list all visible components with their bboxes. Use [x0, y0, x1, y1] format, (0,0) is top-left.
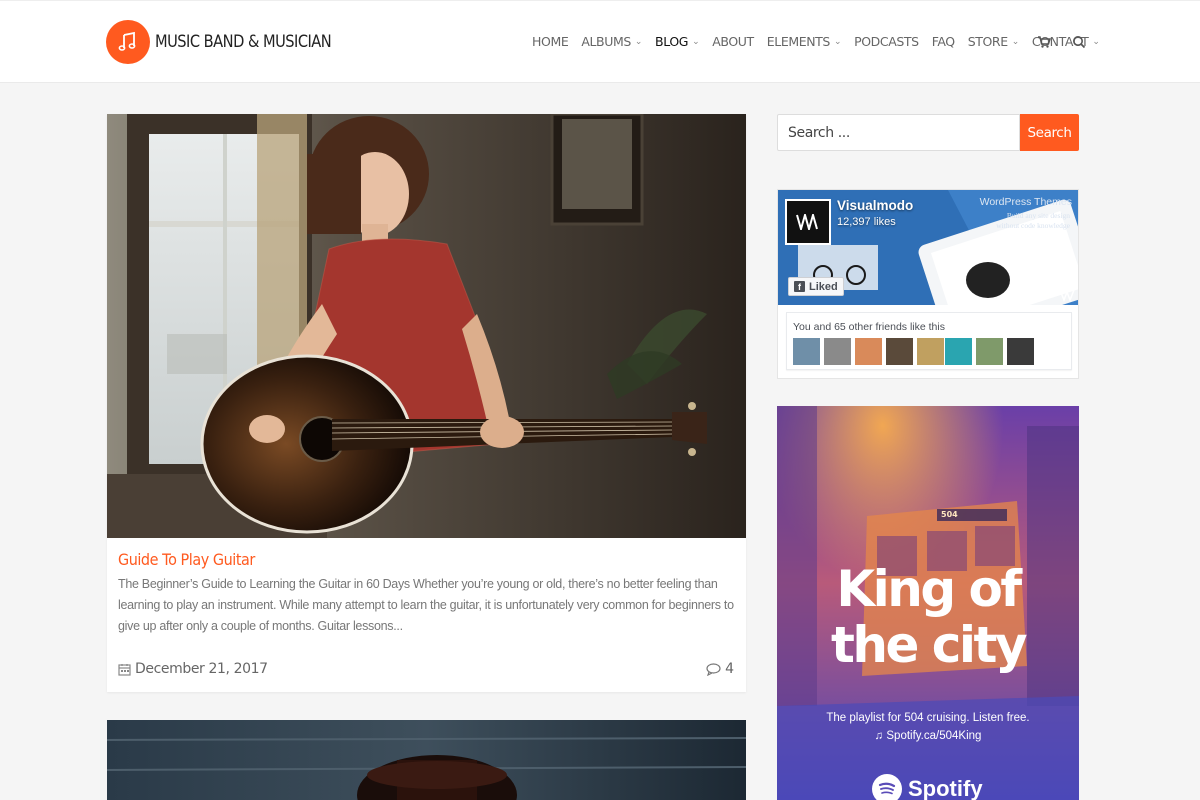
post-date-text: December 21, 2017 [135, 661, 268, 677]
nav-albums-label: ALBUMS [581, 34, 631, 49]
facebook-page-name[interactable]: Visualmodo [837, 198, 913, 213]
spotify-logo: Spotify [872, 774, 983, 800]
spotify-ad-banner[interactable]: 504 King of the city The playlist for 50… [777, 406, 1079, 800]
cart-icon[interactable] [1037, 35, 1053, 51]
ad-headline-line-1: King of [836, 560, 1022, 618]
site-logo[interactable]: MUSIC BAND & MUSICIAN [106, 20, 360, 64]
calendar-icon [118, 663, 131, 676]
nav-podcasts[interactable]: PODCASTS [854, 34, 919, 49]
friend-avatar[interactable] [793, 338, 820, 365]
post-featured-image[interactable] [107, 114, 746, 538]
facebook-cover-subtext-1: Build any site design [1006, 211, 1070, 220]
nav-about-label: ABOUT [712, 34, 754, 49]
post-date: December 21, 2017 [118, 661, 268, 677]
ad-subtitle: The playlist for 504 cruising. Listen fr… [826, 712, 1030, 724]
ad-link[interactable]: ♫ Spotify.ca/504King [777, 730, 1079, 742]
spotify-icon [872, 774, 902, 800]
ad-headline-line-2: the city [830, 616, 1028, 674]
nav-elements[interactable]: ELEMENTS ⌄ [766, 34, 842, 49]
search-input[interactable] [777, 114, 1020, 151]
nav-podcasts-label: PODCASTS [854, 34, 919, 49]
chevron-down-icon: ⌄ [1011, 36, 1020, 47]
search-icon[interactable] [1072, 35, 1088, 51]
friend-avatar[interactable] [855, 338, 882, 365]
chevron-down-icon: ⌄ [692, 36, 700, 47]
music-note-icon [106, 20, 150, 64]
chevron-down-icon: ⌄ [634, 36, 643, 47]
nav-home-label: HOME [532, 34, 569, 49]
comment-icon [706, 662, 721, 676]
nav-home[interactable]: HOME [532, 34, 569, 49]
facebook-cover-image[interactable]: Visualmodo 12,397 likes WordPress Themes… [778, 190, 1078, 305]
nav-faq[interactable]: FAQ [932, 34, 955, 49]
chevron-down-icon: ⌄ [833, 36, 842, 47]
nav-blog[interactable]: BLOG ⌄ [655, 34, 700, 49]
friend-avatar[interactable] [917, 338, 944, 365]
friend-avatar[interactable] [945, 338, 972, 365]
visualmodo-logo-icon[interactable] [785, 199, 831, 245]
nav-store-label: STORE [967, 34, 1008, 49]
nav-elements-label: ELEMENTS [766, 34, 831, 49]
post-comments-count: 4 [725, 661, 734, 677]
chevron-down-icon: ⌄ [1092, 36, 1100, 47]
nav-albums[interactable]: ALBUMS ⌄ [581, 34, 642, 49]
ad-headline: King of the city [777, 561, 1079, 673]
post-excerpt: The Beginner’s Guide to Learning the Gui… [118, 577, 734, 633]
blog-post-card-2-image[interactable] [107, 720, 746, 800]
spotify-brand-text: Spotify [908, 776, 983, 800]
post-title-link[interactable]: Guide To Play Guitar [118, 550, 255, 569]
facebook-page-widget: Visualmodo 12,397 likes WordPress Themes… [777, 189, 1079, 379]
facebook-friends-box: You and 65 other friends like this [786, 312, 1072, 370]
nav-faq-label: FAQ [931, 34, 955, 49]
friend-avatar[interactable] [824, 338, 851, 365]
nav-blog-label: BLOG [655, 34, 689, 49]
friend-avatar[interactable] [1007, 338, 1034, 365]
ad-bus-sign: 504 [941, 510, 958, 519]
facebook-liked-label: Liked [809, 280, 838, 293]
facebook-cover-text: WordPress Themes [979, 196, 1072, 208]
blog-post-card: Guide To Play Guitar The Beginner’s Guid… [107, 114, 746, 692]
post-comments-link[interactable]: 4 [706, 661, 734, 677]
facebook-like-count: 12,397 likes [837, 216, 896, 228]
friend-avatar[interactable] [976, 338, 1003, 365]
search-button[interactable]: Search [1020, 114, 1079, 151]
site-header: MUSIC BAND & MUSICIAN HOME ALBUMS ⌄ BLOG ⌄… [0, 0, 1200, 83]
facebook-liked-button[interactable]: f Liked [788, 277, 844, 296]
nav-about[interactable]: ABOUT [712, 34, 754, 49]
main-nav: HOME ALBUMS ⌄ BLOG ⌄ ABOUT ELEMENTS ⌄ PODCA… [532, 34, 1113, 49]
friend-avatar[interactable] [886, 338, 913, 365]
facebook-cover-subtext-2: without code knowledge [996, 221, 1070, 230]
facebook-icon: f [794, 281, 805, 292]
facebook-friends-text: You and 65 other friends like this [793, 321, 945, 333]
nav-store[interactable]: STORE ⌄ [967, 34, 1020, 49]
site-title: MUSIC BAND & MUSICIAN [155, 32, 332, 52]
